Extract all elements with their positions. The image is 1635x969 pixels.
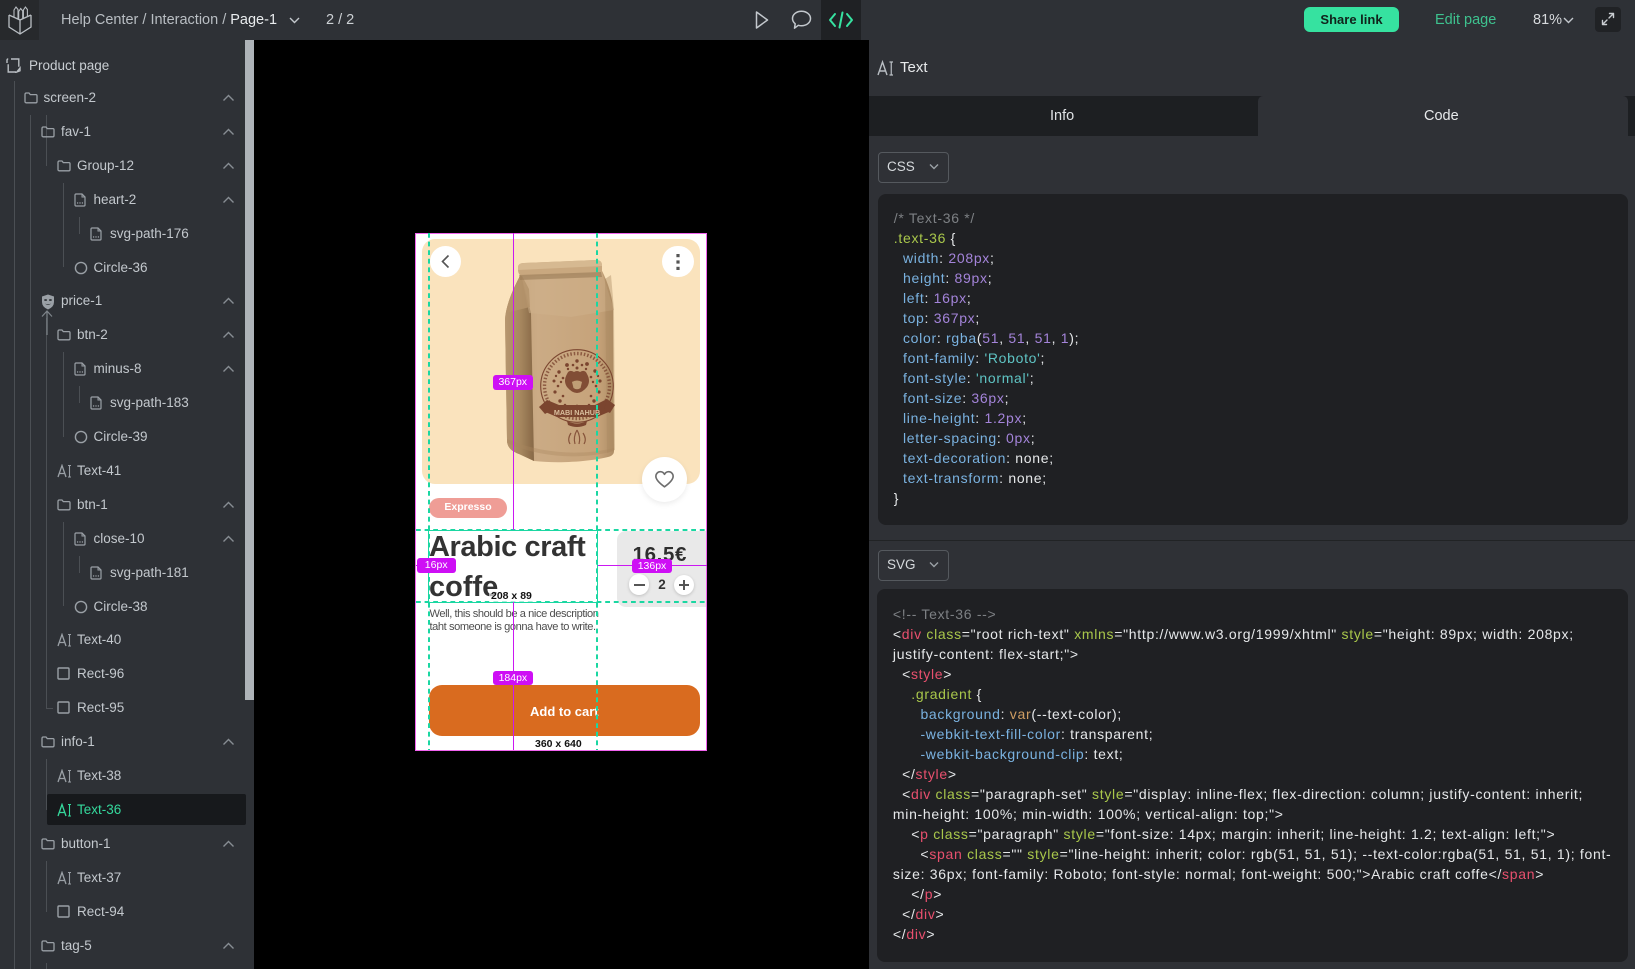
svg-text:MABI NAHUB: MABI NAHUB [554, 408, 600, 417]
